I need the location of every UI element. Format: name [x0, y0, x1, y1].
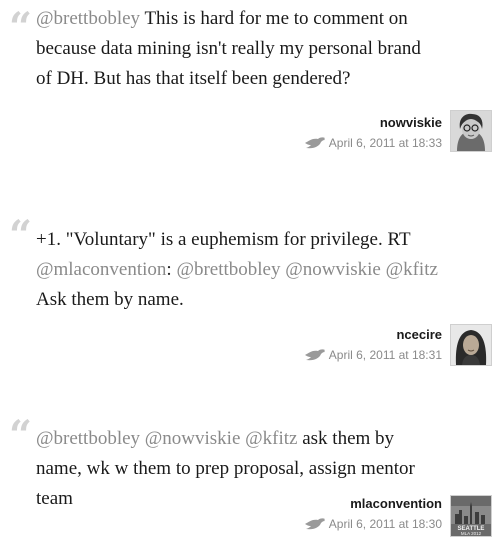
tweet-text: @brettbobley This is hard for me to comm… — [36, 4, 421, 94]
tweet-text-segment: because data mining isn't really my pers… — [36, 38, 421, 59]
username-link[interactable]: nowviskie — [303, 115, 442, 130]
timestamp-link[interactable]: April 6, 2011 at 18:30 — [303, 517, 442, 531]
tweet-item: “ @brettbobley This is hard for me to co… — [0, 0, 500, 170]
mention-link[interactable]: @kfitz — [245, 428, 297, 449]
seattle-skyline-logo-icon: SEATTLE MLA 2012 — [451, 496, 491, 536]
mention-link[interactable]: @kfitz — [386, 259, 438, 280]
mention-link[interactable]: @mlaconvention — [36, 259, 166, 280]
timestamp-text: April 6, 2011 at 18:31 — [328, 348, 442, 362]
tweet-meta: mlaconvention April 6, 2011 at 18:30 — [303, 496, 442, 531]
tweet-text-segment: This is hard for me to comment on — [140, 8, 408, 29]
tweet-text-line: +1. "Voluntary" is a euphemism for privi… — [36, 225, 438, 255]
username-link[interactable]: mlaconvention — [303, 496, 442, 511]
tweet-item: “ +1. "Voluntary" is a euphemism for pri… — [0, 208, 500, 366]
timestamp-text: April 6, 2011 at 18:33 — [328, 136, 442, 150]
tweet-meta: ncecire April 6, 2011 at 18:31 — [303, 327, 442, 362]
tweet-text-line: Ask them by name. — [36, 285, 438, 315]
tweet-text-segment: of DH. But has that itself been gendered… — [36, 68, 351, 89]
timestamp-link[interactable]: April 6, 2011 at 18:33 — [303, 136, 442, 150]
mention-link[interactable]: @brettbobley — [36, 8, 140, 29]
tweet-text-segment: name, wk w them to prep proposal, assign… — [36, 458, 415, 479]
twitter-bird-icon — [304, 137, 325, 149]
tweet-text-line: name, wk w them to prep proposal, assign… — [36, 454, 415, 484]
quote-mark-icon: “ — [9, 212, 33, 259]
twitter-bird-icon — [304, 518, 325, 530]
timestamp-text: April 6, 2011 at 18:30 — [328, 517, 442, 531]
twitter-bird-icon — [304, 349, 325, 361]
tweet-item: “ @brettbobley @nowviskie @kfitz ask the… — [0, 408, 500, 547]
tweet-text-line: @brettbobley @nowviskie @kfitz ask them … — [36, 424, 415, 454]
tweet-text-segment: team — [36, 488, 73, 509]
mention-link[interactable]: @nowviskie — [285, 259, 381, 280]
tweet-text-line: @brettbobley This is hard for me to comm… — [36, 4, 421, 34]
tweet-text-segment: : — [166, 259, 177, 280]
tweet-text-segment: Ask them by name. — [36, 289, 184, 310]
quote-mark-icon: “ — [9, 412, 33, 459]
user-avatar[interactable] — [450, 324, 492, 366]
avatar-logo-line-2: MLA 2012 — [461, 531, 482, 536]
user-avatar[interactable] — [450, 110, 492, 152]
mention-link[interactable]: @brettbobley — [176, 259, 280, 280]
mention-link[interactable]: @brettbobley — [36, 428, 140, 449]
tweet-text-segment: ask them by — [297, 428, 395, 449]
user-avatar[interactable]: SEATTLE MLA 2012 — [450, 495, 492, 537]
tweet-text-line: because data mining isn't really my pers… — [36, 34, 421, 64]
username-link[interactable]: ncecire — [303, 327, 442, 342]
avatar-illustration-icon — [451, 111, 491, 151]
tweet-text-line: @mlaconvention: @brettbobley @nowviskie … — [36, 255, 438, 285]
tweet-text: +1. "Voluntary" is a euphemism for privi… — [36, 225, 438, 315]
tweet-meta: nowviskie April 6, 2011 at 18:33 — [303, 115, 442, 150]
tweet-text-line: of DH. But has that itself been gendered… — [36, 64, 421, 94]
quote-mark-icon: “ — [9, 4, 33, 51]
tweet-text-segment: +1. "Voluntary" is a euphemism for privi… — [36, 229, 411, 250]
mention-link[interactable]: @nowviskie — [145, 428, 241, 449]
timestamp-link[interactable]: April 6, 2011 at 18:31 — [303, 348, 442, 362]
avatar-photo-icon — [451, 325, 491, 365]
